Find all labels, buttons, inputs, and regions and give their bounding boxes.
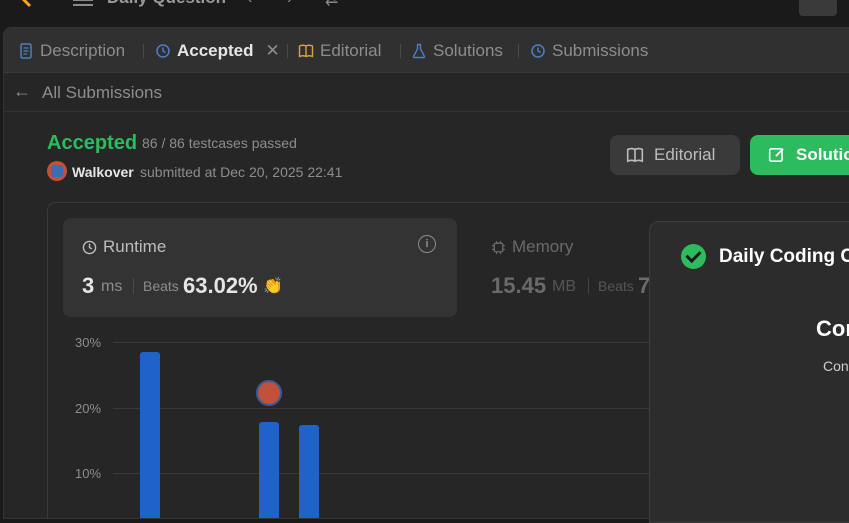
tab-description[interactable]: Description: [18, 40, 125, 62]
check-circle-icon: [681, 244, 706, 269]
leetcode-logo-icon[interactable]: [16, 0, 38, 8]
toolbar-button[interactable]: [799, 0, 837, 16]
shuffle-icon[interactable]: ⇄: [325, 0, 338, 10]
top-bar: Daily Question ‹ › ⇄: [0, 0, 849, 26]
back-arrow-icon[interactable]: ←: [13, 81, 31, 102]
chart-bar[interactable]: [140, 351, 160, 518]
testcases-passed: 86 / 86 testcases passed: [142, 135, 297, 151]
editorial-button-label: Editorial: [654, 145, 716, 164]
popup-title: Daily Coding C: [719, 246, 849, 267]
tab-editorial[interactable]: Editorial: [298, 40, 381, 62]
runtime-label-text: Runtime: [103, 237, 167, 256]
info-icon[interactable]: i: [418, 235, 436, 253]
memory-value: 15.45: [491, 273, 547, 298]
menu-icon[interactable]: [73, 0, 93, 6]
grid-line: [113, 342, 673, 343]
flask-icon: [412, 43, 426, 59]
solution-button-label: Solutio: [796, 145, 849, 164]
tab-divider: [143, 44, 144, 58]
runtime-value: 3: [82, 273, 95, 298]
avatar[interactable]: [47, 161, 67, 181]
history-icon: [156, 44, 170, 58]
tab-divider: [287, 44, 288, 58]
tab-label: Accepted: [177, 41, 254, 60]
tab-label: Editorial: [320, 41, 382, 60]
runtime-unit: ms: [101, 278, 123, 295]
edit-icon: [768, 148, 784, 162]
clap-icon: 👏: [263, 278, 283, 295]
popup-subtext: Con: [823, 358, 849, 374]
chip-icon: [491, 240, 506, 254]
tab-label: Submissions: [552, 41, 649, 60]
runtime-label: Runtime: [82, 237, 166, 257]
grid-line: [113, 408, 673, 409]
close-tab-icon[interactable]: ✕: [266, 41, 280, 61]
tab-divider: [518, 44, 519, 58]
memory-beats-label: Beats: [598, 278, 634, 294]
chart-bar[interactable]: [259, 421, 279, 518]
submission-status: Accepted: [47, 132, 138, 154]
tab-label: Description: [40, 41, 126, 60]
memory-unit: MB: [552, 278, 576, 295]
clock-icon: [82, 240, 97, 254]
book-icon: [626, 147, 644, 163]
tab-accepted[interactable]: Accepted ✕: [155, 40, 280, 62]
runtime-card[interactable]: Runtime i 3 ms Beats 63.02% 👏: [63, 218, 457, 317]
grid-line: [113, 473, 673, 474]
y-tick-label: 30%: [75, 335, 102, 350]
y-tick-label: 20%: [75, 401, 102, 416]
your-submission-marker[interactable]: [256, 379, 282, 406]
submissions-subbar: ← All Submissions: [4, 73, 849, 112]
username-link[interactable]: Walkover: [72, 164, 134, 180]
tab-label: Solutions: [433, 41, 503, 60]
all-submissions-link[interactable]: All Submissions: [42, 83, 162, 103]
description-icon: [20, 43, 32, 59]
tab-solutions[interactable]: Solutions: [411, 40, 503, 62]
popup-heading: Con: [816, 316, 849, 341]
memory-label[interactable]: Memory: [491, 237, 573, 257]
editorial-button[interactable]: Editorial: [610, 135, 740, 175]
tab-submissions[interactable]: Submissions: [530, 40, 648, 62]
prev-problem-icon[interactable]: ‹: [247, 0, 252, 8]
daily-coding-popup[interactable]: Daily Coding C Con Con: [649, 221, 849, 523]
book-icon: [298, 44, 314, 58]
runtime-beats-label: Beats: [143, 278, 179, 294]
y-tick-label: 10%: [75, 466, 102, 481]
divider: [133, 278, 134, 294]
submitted-timestamp: submitted at Dec 20, 2025 22:41: [140, 164, 343, 180]
chart-bar[interactable]: [299, 425, 319, 518]
runtime-beats-value: 63.02%: [183, 273, 258, 298]
memory-label-text: Memory: [512, 237, 574, 256]
tab-bar: Description Accepted ✕ Editorial Solutio…: [4, 28, 849, 73]
problem-list-title[interactable]: Daily Question: [107, 0, 226, 8]
next-problem-icon[interactable]: ›: [287, 0, 292, 8]
tab-divider: [400, 44, 401, 58]
solution-button[interactable]: Solutio: [750, 135, 849, 175]
history-icon: [531, 44, 545, 58]
divider: [588, 278, 589, 294]
